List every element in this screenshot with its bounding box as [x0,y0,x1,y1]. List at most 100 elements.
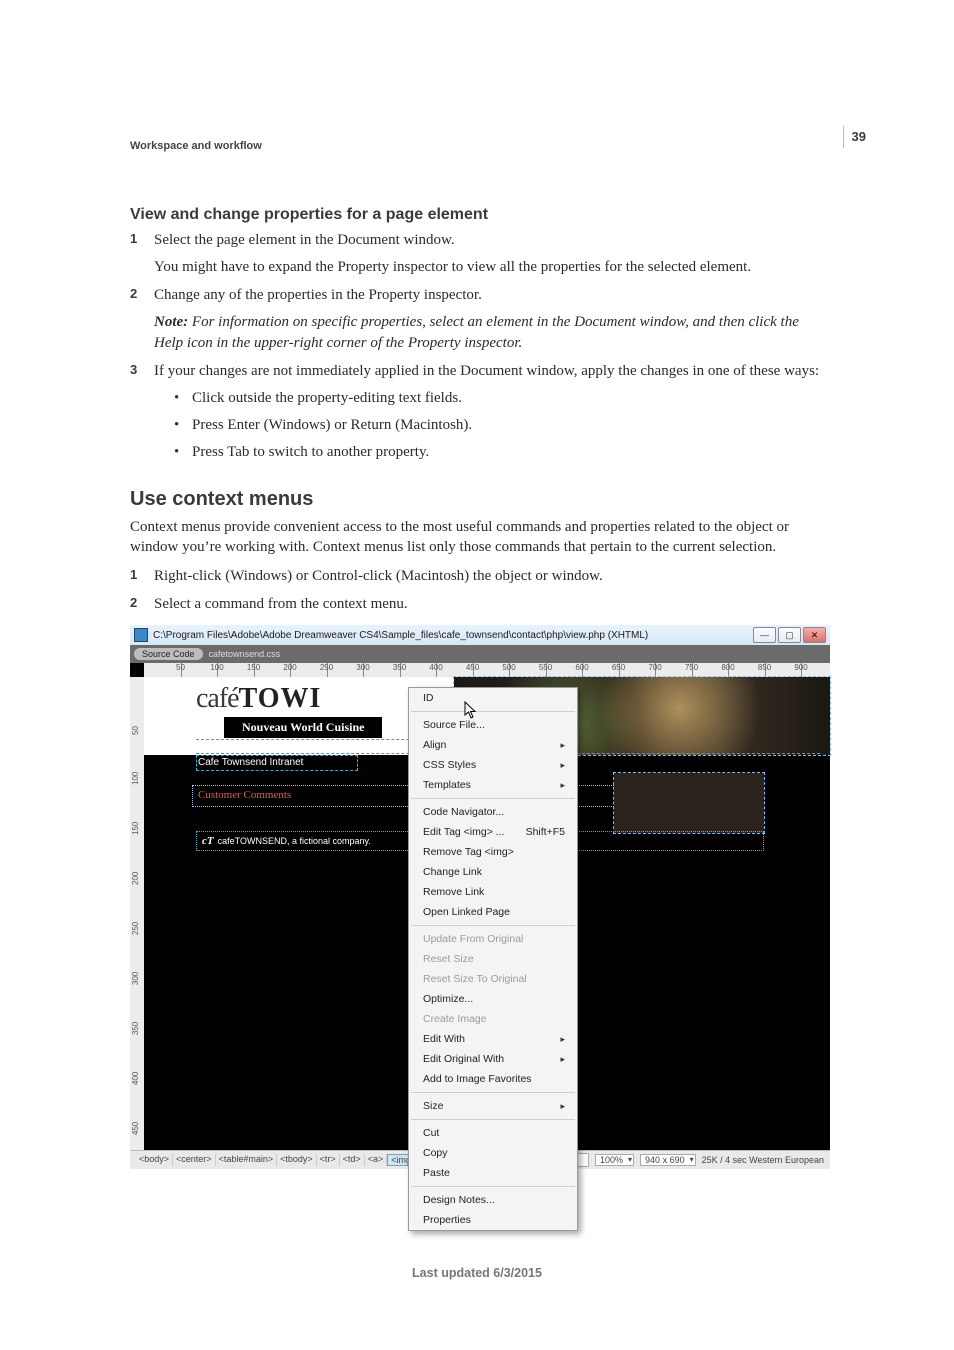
menu-item[interactable]: Cut [409,1123,577,1143]
dimension-dropdown[interactable]: 940 x 690 [640,1154,696,1166]
ruler-number: 600 [575,663,588,672]
section2-title: Use context menus [130,488,830,511]
ruler-number: 900 [794,663,807,672]
ruler-number: 550 [539,663,552,672]
ruler-number: 200 [283,663,296,672]
menu-item: Reset Size To Original [409,969,577,989]
minimize-button[interactable]: — [753,627,776,643]
cursor-icon [464,701,480,722]
ruler-number: 100 [210,663,223,672]
step-text: Right-click (Windows) or Control-click (… [154,568,603,584]
menu-item[interactable]: Add to Image Favorites [409,1069,577,1089]
menu-item[interactable]: CSS Styles [409,755,577,775]
tag-path-item[interactable]: <body> [136,1154,173,1166]
tag-path-item[interactable]: <td> [340,1154,365,1166]
ruler-number: 400 [429,663,442,672]
menu-item[interactable]: Source File... [409,715,577,735]
menu-item-shortcut: Shift+F5 [526,825,565,839]
step-num: 1 [130,230,137,248]
screenshot: C:\Program Files\Adobe\Adobe Dreamweaver… [130,625,830,1169]
ruler-number: 250 [131,922,140,935]
footer-text: cTcafeTOWNSEND, a fictional company. [202,835,371,847]
menu-item-label: Optimize... [423,992,473,1006]
page-number: 39 [843,126,866,148]
menu-item[interactable]: Size [409,1096,577,1116]
step-2: 2 Change any of the properties in the Pr… [130,285,830,353]
menu-item-label: Add to Image Favorites [423,1072,532,1086]
menu-item[interactable]: Properties [409,1210,577,1230]
menu-item[interactable]: Design Notes... [409,1190,577,1210]
menu-item-label: Remove Tag <img> [423,845,514,859]
menu-item-label: Create Image [423,1012,487,1026]
ruler-number: 50 [176,663,185,672]
ruler-number: 350 [131,1022,140,1035]
ruler-number: 500 [502,663,515,672]
ruler-number: 450 [466,663,479,672]
zoom-dropdown[interactable]: 100% [595,1154,634,1166]
menu-item[interactable]: Paste [409,1163,577,1183]
ruler-number: 150 [131,822,140,835]
logo-left: café [196,683,239,714]
customer-comments: Customer Comments [198,789,291,801]
ruler-number: 700 [648,663,661,672]
menu-item[interactable]: Change Link [409,862,577,882]
step-text: If your changes are not immediately appl… [154,363,819,379]
section1-title: View and change properties for a page el… [130,206,830,224]
menu-item[interactable]: Remove Link [409,882,577,902]
intranet-link[interactable]: Cafe Townsend Intranet [198,757,303,768]
menu-item[interactable]: Templates [409,775,577,795]
document-canvas[interactable]: caféTOWI Nouveau World Cuisine Cafe Town… [144,677,830,1151]
menu-item[interactable]: ID [409,688,577,708]
tag-path-item[interactable]: <a> [365,1154,388,1166]
tag-path-item[interactable]: <tr> [317,1154,340,1166]
tag-selector-path[interactable]: <body><center><table#main><tbody><tr><td… [136,1154,420,1166]
menu-item[interactable]: Open Linked Page [409,902,577,922]
step: 2 Select a command from the context menu… [130,594,830,615]
step-3: 3 If your changes are not immediately ap… [130,361,830,462]
step-num: 1 [130,566,137,584]
bullet: Press Tab to switch to another property. [174,442,830,463]
menu-separator [411,711,575,712]
menu-item-label: Code Navigator... [423,805,504,819]
menu-item-label: CSS Styles [423,758,476,772]
menu-item-label: ID [423,691,434,705]
menu-item[interactable]: Remove Tag <img> [409,842,577,862]
ruler-number: 850 [758,663,771,672]
step-text: Select the page element in the Document … [154,232,455,248]
logo: caféTOWI [196,683,321,715]
source-code-button[interactable]: Source Code [134,648,203,660]
menu-item-label: Properties [423,1213,471,1227]
menu-item[interactable]: Code Navigator... [409,802,577,822]
content: View and change properties for a page el… [130,190,830,1169]
step-num: 2 [130,594,137,612]
ruler-number: 300 [131,972,140,985]
window-titlebar: C:\Program Files\Adobe\Adobe Dreamweaver… [130,625,830,646]
menu-item: Update From Original [409,929,577,949]
menu-separator [411,1186,575,1187]
context-menu[interactable]: ID Source File...Align CSS Styles Templates… [408,687,578,1231]
ruler-number: 800 [721,663,734,672]
section2-steps: 1 Right-click (Windows) or Control-click… [130,566,830,615]
ruler-number: 250 [320,663,333,672]
bullet: Press Enter (Windows) or Return (Macinto… [174,415,830,436]
footer-ct: cT [202,835,214,847]
step3-bullets: Click outside the property-editing text … [174,388,830,462]
menu-item[interactable]: Optimize... [409,989,577,1009]
ruler-number: 400 [131,1072,140,1085]
close-button[interactable]: ✕ [803,627,826,643]
ruler-number: 450 [131,1122,140,1135]
menu-item-label: Paste [423,1166,450,1180]
step-note: Note: For information on specific proper… [154,312,830,353]
ruler-number: 750 [685,663,698,672]
menu-item[interactable]: Copy [409,1143,577,1163]
tag-path-item[interactable]: <tbody> [277,1154,317,1166]
maximize-button[interactable]: ▢ [778,627,801,643]
tag-path-item[interactable]: <center> [173,1154,216,1166]
horizontal-ruler: 5010015020025030035040045050055060065070… [144,663,830,678]
menu-item[interactable]: Edit Tag <img> ...Shift+F5 [409,822,577,842]
menu-item[interactable]: Align [409,735,577,755]
menu-item[interactable]: Edit With [409,1029,577,1049]
menu-item[interactable]: Edit Original With [409,1049,577,1069]
tag-path-item[interactable]: <table#main> [216,1154,278,1166]
menu-item-label: Reset Size [423,952,474,966]
